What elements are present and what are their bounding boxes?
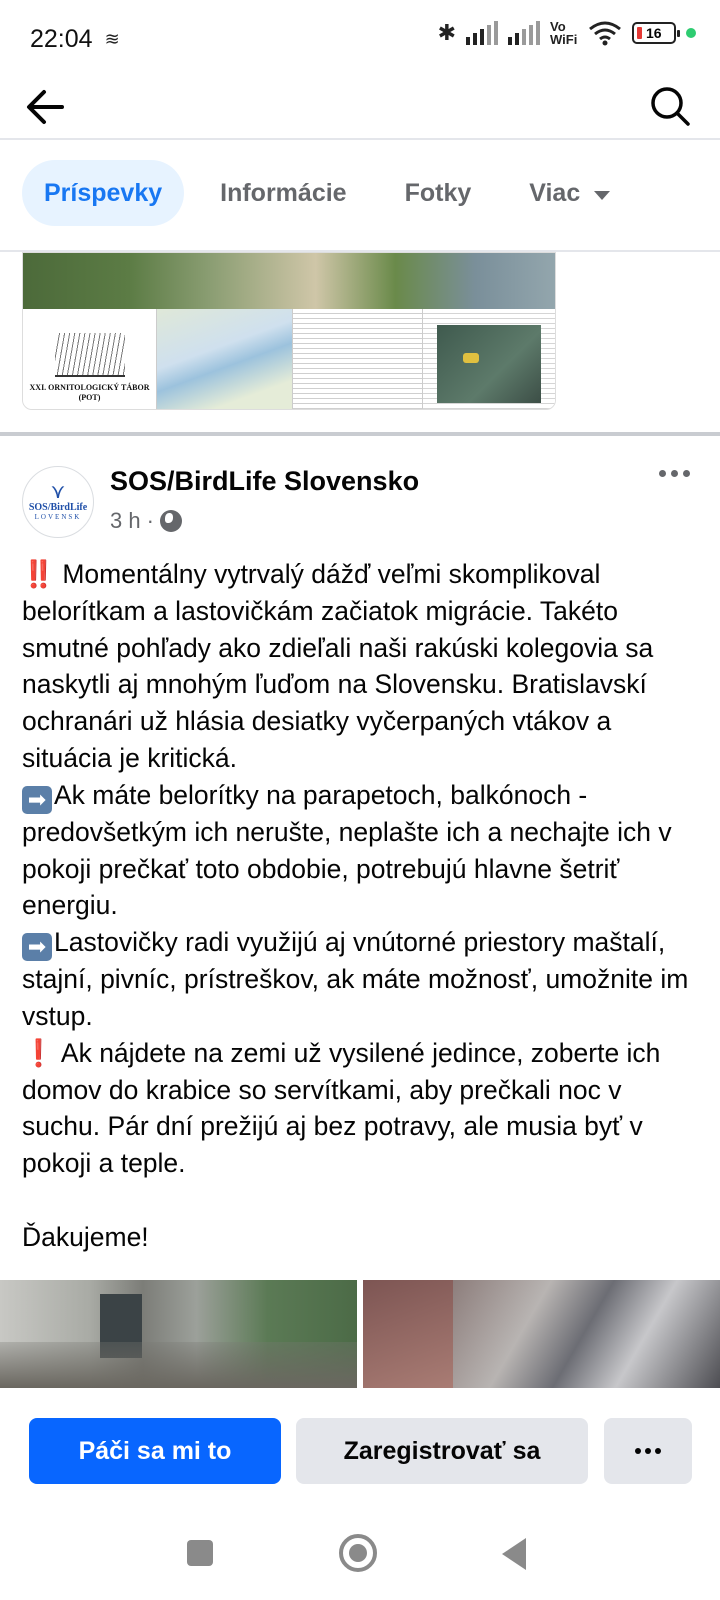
photo-thumbnail [437,325,541,403]
post-divider [0,432,720,436]
arrow-left-icon[interactable] [22,84,68,130]
post-paragraph-text: Ak máte belorítky na parapetoch, balkóno… [22,779,672,921]
vowifi-label-2: WiFi [550,32,578,47]
home-icon[interactable] [339,1534,377,1572]
tab-photos-label: Fotky [404,178,472,207]
battery-icon: 16 [632,22,680,44]
signal-icon [466,21,498,45]
bird-sketch [54,333,125,377]
caret-down-icon [594,190,611,200]
battery-level: 16 [646,25,662,41]
avatar[interactable]: ⋎ SOS/BirdLife LOVENSK [22,466,94,538]
post-photo[interactable] [363,1280,720,1388]
double-exclamation-icon: ‼️ [22,559,55,589]
page-tabs: Príspevky Informácie Fotky Viac [22,160,646,226]
aerial-photo [23,253,555,309]
more-icon[interactable] [604,1418,692,1484]
post-paragraph: ➡ Lastovičky radi využijú aj vnútorné pri… [22,924,702,1035]
post-photos [0,1280,720,1388]
recents-icon[interactable] [187,1540,213,1566]
post-paragraph-text: Ak nájdete na zemi už vysilené jedince, … [22,1037,661,1179]
avatar-name: SOS/BirdLife [28,502,88,513]
stack-icon: ≋ [104,28,120,49]
post-time[interactable]: 3 h [110,508,141,534]
post-paragraph: ❗ Ak nájdete na zemi už vysilené jedince… [22,1035,702,1182]
post-closing: Ďakujeme! [22,1221,149,1252]
register-button[interactable]: Zaregistrovať sa [296,1418,588,1484]
post-meta: 3 h · [110,508,182,534]
document-photo-page [423,309,555,409]
arrow-right-icon: ➡ [22,933,52,962]
post-paragraph: ‼️ Momentálny vytrvalý dážď veľmi skompl… [22,556,702,777]
tab-more[interactable]: Viac [507,160,632,226]
globe-icon [159,510,182,532]
top-nav [0,78,720,140]
dot-icon [686,28,696,38]
like-button[interactable]: Páči sa mi to [29,1418,281,1484]
tab-more-label: Viac [529,178,581,207]
document-pages: XXI. ORNITOLOGICKÝ TÁBOR (POT) [23,309,555,409]
search-icon[interactable] [648,84,692,128]
tab-posts[interactable]: Príspevky [22,160,185,226]
bird-logo-icon: ⋎ [50,481,66,503]
document-title-1: XXI. ORNITOLOGICKÝ TÁBOR [29,383,150,392]
status-bar: 22:04 ≋ ✱ Vo WiFi 16 [0,0,720,78]
exclamation-icon: ❗ [22,1037,55,1068]
tab-posts-label: Príspevky [44,178,163,207]
post-paragraph-text: Momentálny vytrvalý dážď veľmi skompliko… [22,559,654,773]
tab-about-label: Informácie [220,178,347,207]
post-paragraph: ➡ Ak máte belorítky na parapetoch, balkón… [22,777,702,924]
more-options-icon[interactable] [659,470,690,477]
status-icons: ✱ Vo WiFi 16 [438,20,696,46]
wifi-icon [589,21,621,46]
page-name[interactable]: SOS/BirdLife Slovensko [110,466,419,497]
post-photo[interactable] [0,1280,357,1388]
back-triangle-icon[interactable] [502,1538,526,1570]
action-bar: Páči sa mi to Zaregistrovať sa [0,1388,720,1498]
bluetooth-icon: ✱ [437,20,456,45]
post-paragraph-text: Lastovičky radi využijú aj vnútorné prie… [22,927,689,1031]
arrow-right-icon: ➡ [22,785,52,814]
map-thumbnail [157,309,293,409]
post-text: ‼️ Momentálny vytrvalý dážď veľmi skompl… [22,556,702,1256]
previous-post-image[interactable]: XXI. ORNITOLOGICKÝ TÁBOR (POT) [22,252,556,410]
avatar-sub: LOVENSK [34,513,82,521]
system-nav-bar [0,1500,720,1600]
tab-about[interactable]: Informácie [198,160,368,226]
document-text-page [293,309,423,409]
vowifi-icon: Vo WiFi [550,20,578,46]
meta-separator: · [146,508,154,533]
signal-icon [508,21,540,45]
tab-photos[interactable]: Fotky [383,160,494,226]
document-cover: XXI. ORNITOLOGICKÝ TÁBOR (POT) [23,309,157,409]
status-time: 22:04 [30,24,93,53]
document-title-2: (POT) [78,393,101,402]
